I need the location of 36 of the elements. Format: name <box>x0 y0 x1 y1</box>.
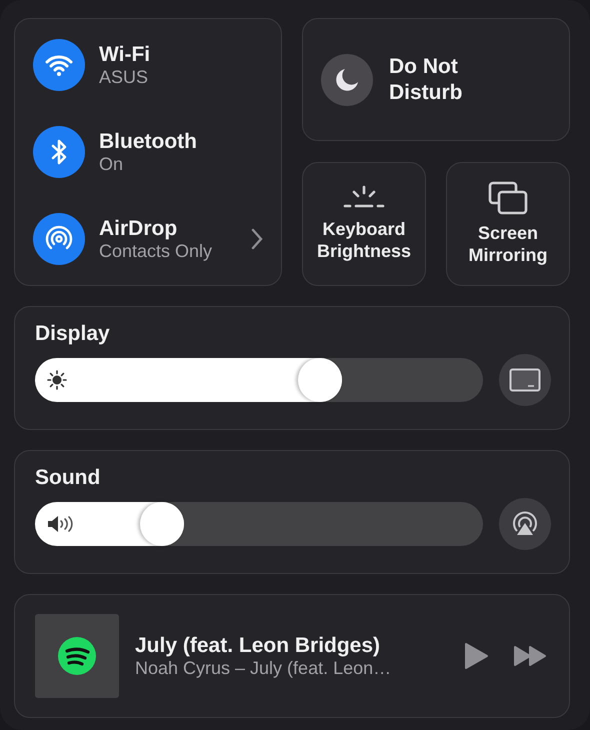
brightness-slider[interactable] <box>35 358 483 402</box>
toggle-button[interactable] <box>33 213 85 265</box>
do-not-disturb-tile[interactable]: Do Not Disturb <box>302 18 570 141</box>
play-icon[interactable] <box>463 642 489 670</box>
module-title: Display <box>35 321 111 346</box>
toggle-button[interactable] <box>33 39 85 91</box>
moon-icon <box>334 66 360 92</box>
wifi-icon <box>45 54 73 76</box>
brightness-icon <box>47 370 67 390</box>
display-icon <box>509 368 541 392</box>
tile-label: Screen Mirroring <box>468 223 548 267</box>
network-item[interactable]: AirDrop Contacts Only <box>33 213 263 265</box>
track-artist: Noah Cyrus – July (feat. Leon… <box>135 658 392 680</box>
control-tile[interactable]: Keyboard Brightness <box>302 162 426 286</box>
item-status: On <box>99 154 124 176</box>
fast-forward-icon[interactable] <box>513 645 547 667</box>
track-title: July (feat. Leon Bridges) <box>135 632 382 658</box>
bluetooth-icon <box>51 138 67 166</box>
item-title: AirDrop <box>99 216 178 241</box>
control-tile[interactable]: Screen Mirroring <box>446 162 570 286</box>
network-item[interactable]: Wi-Fi ASUS <box>33 39 263 91</box>
network-item[interactable]: Bluetooth On <box>33 126 263 178</box>
item-title: Bluetooth <box>99 128 198 154</box>
slider-thumb[interactable] <box>140 502 184 546</box>
tile-label: Keyboard Brightness <box>316 219 412 263</box>
tile-label: Do Not Disturb <box>389 54 464 105</box>
volume-slider[interactable] <box>35 502 483 546</box>
module-title: Sound <box>35 465 102 490</box>
item-status: Contacts Only <box>99 240 214 262</box>
chevron-right-icon[interactable] <box>251 228 263 250</box>
item-title: Wi-Fi <box>99 42 152 67</box>
item-status: ASUS <box>99 66 150 88</box>
toggle-button[interactable] <box>321 54 373 106</box>
screen-mirroring-icon <box>488 181 528 216</box>
spotify-icon <box>57 636 97 676</box>
toggle-button[interactable] <box>33 126 85 178</box>
